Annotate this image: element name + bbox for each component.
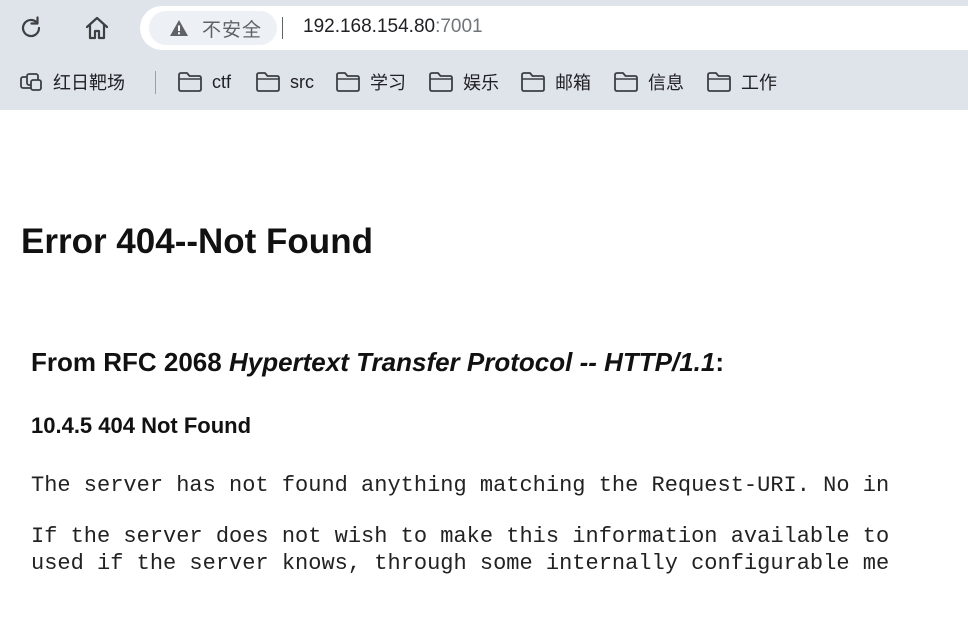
address-divider (282, 17, 283, 39)
security-chip[interactable]: 不安全 (149, 11, 277, 45)
bookmark-hongri[interactable]: 红日靶场 (18, 69, 125, 95)
bookmark-folder-info[interactable]: 信息 (613, 69, 684, 95)
bookmark-label: ctf (212, 71, 232, 92)
page-title: Error 404--Not Found (21, 222, 373, 261)
reload-button[interactable] (14, 11, 48, 45)
security-label: 不安全 (202, 19, 263, 41)
reload-icon (21, 16, 41, 38)
folder-icon (178, 72, 202, 92)
bookmark-label: 工作 (741, 73, 777, 93)
bookmark-folder-mail[interactable]: 邮箱 (520, 69, 591, 95)
bookmark-folder-ctf[interactable]: ctf (177, 69, 231, 95)
url-port: :7001 (435, 16, 483, 37)
folder-icon (521, 72, 545, 92)
rfc-prefix: From RFC 2068 (31, 347, 229, 377)
page-content: Error 404--Not Found From RFC 2068 Hyper… (0, 110, 968, 623)
rfc-heading: From RFC 2068 Hypertext Transfer Protoco… (31, 347, 724, 378)
bookmarks-bar: 红日靶场 ctf src 学习 娱乐 邮箱 信息 工作 (0, 60, 968, 104)
browser-chrome: 不安全 192.168.154.80:7001 红日靶场 ctf src 学习 … (0, 0, 968, 110)
warning-icon (169, 18, 189, 38)
bookmark-label: 红日靶场 (53, 73, 125, 93)
bookmark-folder-study[interactable]: 学习 (335, 69, 406, 95)
home-button[interactable] (80, 11, 114, 45)
paragraph-if-server: If the server does not wish to make this… (31, 523, 889, 577)
bookmark-label: 娱乐 (463, 73, 499, 93)
folder-icon (429, 72, 453, 92)
section-heading: 10.4.5 404 Not Found (31, 413, 252, 438)
bookmark-label: src (290, 71, 314, 92)
bookmarks-separator (155, 71, 156, 94)
paragraph-line: used if the server knows, through some i… (31, 551, 890, 576)
bookmark-label: 信息 (648, 73, 684, 93)
folder-icon (707, 72, 731, 92)
bookmark-folder-work[interactable]: 工作 (706, 69, 777, 95)
folder-icon (256, 72, 280, 92)
bookmark-folder-src[interactable]: src (255, 69, 314, 95)
rfc-protocol-name: Hypertext Transfer Protocol -- HTTP/1.1 (228, 347, 716, 377)
bookmark-label: 邮箱 (555, 73, 591, 93)
address-bar[interactable]: 不安全 192.168.154.80:7001 (140, 6, 968, 50)
cube-stack-icon (20, 73, 42, 91)
url-host: 192.168.154.80 (303, 16, 436, 37)
paragraph-line: If the server does not wish to make this… (31, 524, 890, 549)
folder-icon (336, 72, 360, 92)
bookmark-label: 学习 (370, 73, 406, 93)
bookmark-folder-entertainment[interactable]: 娱乐 (428, 69, 499, 95)
paragraph-not-found: The server has not found anything matchi… (31, 473, 890, 498)
folder-icon (614, 72, 638, 92)
rfc-suffix: : (715, 347, 725, 377)
url-text[interactable]: 192.168.154.80:7001 (303, 16, 483, 38)
home-icon (85, 16, 109, 40)
